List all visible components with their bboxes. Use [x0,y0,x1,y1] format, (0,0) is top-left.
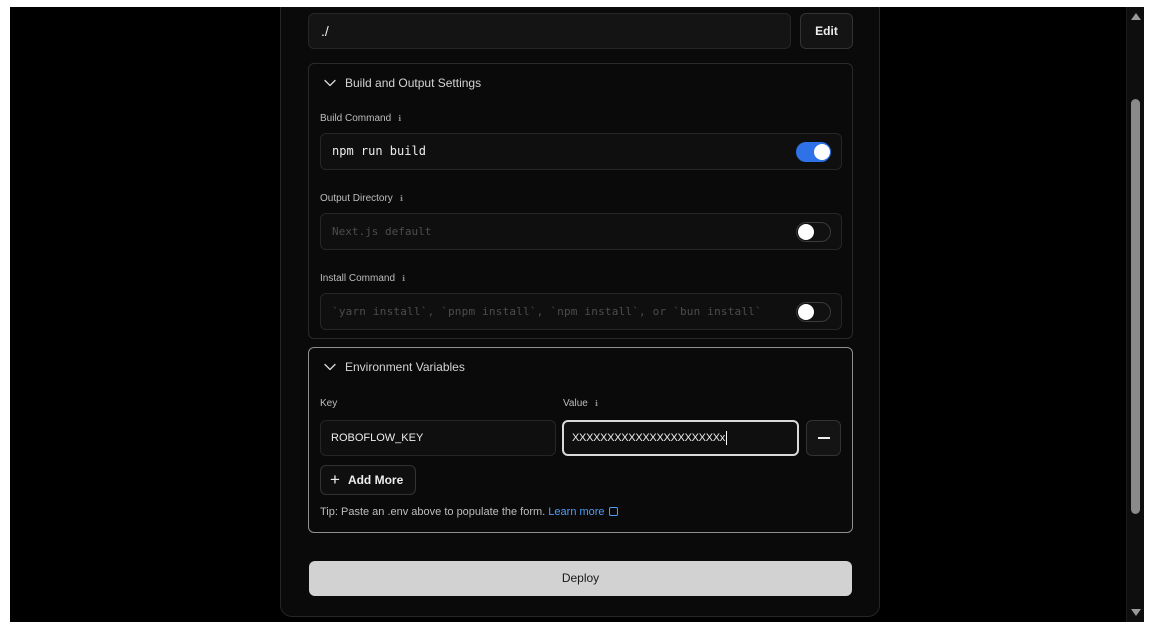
toggle-knob [814,144,830,160]
deploy-button[interactable]: Deploy [309,561,852,596]
env-value-label-text: Value [563,398,588,409]
build-settings-header[interactable]: Build and Output Settings [323,74,481,92]
info-icon[interactable]: ℹ [402,274,405,283]
build-command-value: npm run build [332,144,426,158]
output-directory-override-toggle[interactable] [796,222,831,242]
info-icon[interactable]: ℹ [595,399,598,408]
output-directory-label-text: Output Directory [320,193,393,204]
env-paste-tip: Tip: Paste an .env above to populate the… [320,506,618,518]
browser-viewport: ./ Edit Build and Output Settings Build … [10,7,1126,622]
env-value-label: Value ℹ [563,398,598,409]
root-directory-value: ./ [321,23,329,39]
scrollbar-thumb[interactable] [1131,99,1140,514]
build-output-settings-section: Build and Output Settings Build Command … [308,63,853,339]
build-command-input[interactable]: npm run build [320,133,842,170]
output-directory-input[interactable]: Next.js default [320,213,842,250]
output-directory-placeholder: Next.js default [332,225,432,238]
env-key-label: Key [320,398,338,409]
install-command-label-text: Install Command [320,273,396,284]
plus-icon: + [330,469,340,489]
env-value-input[interactable]: XXXXXXXXXXXXXXXXXXXXXx [562,420,799,456]
remove-env-var-button[interactable] [806,420,841,456]
install-command-placeholder: `yarn install`, `pnpm install`, `npm ins… [332,305,762,318]
add-more-label: Add More [347,473,404,487]
edit-root-directory-button[interactable]: Edit [800,13,853,49]
scroll-down-arrow-icon[interactable] [1131,609,1141,616]
output-directory-label: Output Directory ℹ [320,193,403,204]
info-icon[interactable]: ℹ [400,194,403,203]
build-command-label-text: Build Command [320,113,392,124]
build-command-override-toggle[interactable] [796,142,831,162]
build-settings-title: Build and Output Settings [345,76,482,90]
install-command-override-toggle[interactable] [796,302,831,322]
learn-more-label: Learn more [548,506,605,518]
environment-variables-section: Environment Variables Key Value ℹ ROBOFL… [308,347,853,533]
chevron-down-icon [324,79,336,87]
learn-more-link[interactable]: Learn more [548,506,618,518]
tip-text: Tip: Paste an .env above to populate the… [320,506,546,518]
toggle-knob [798,304,814,320]
vertical-scrollbar[interactable] [1126,7,1144,622]
install-command-input[interactable]: `yarn install`, `pnpm install`, `npm ins… [320,293,842,330]
add-more-button[interactable]: + Add More [320,465,416,495]
info-icon[interactable]: ℹ [398,114,401,123]
build-command-label: Build Command ℹ [320,113,401,124]
root-directory-field: ./ [308,13,791,49]
deploy-config-card: ./ Edit Build and Output Settings Build … [280,7,880,617]
env-vars-title: Environment Variables [345,360,465,374]
scroll-up-arrow-icon[interactable] [1131,13,1141,20]
install-command-label: Install Command ℹ [320,273,405,284]
env-key-input[interactable]: ROBOFLOW_KEY [320,420,556,456]
toggle-knob [798,224,814,240]
env-vars-header[interactable]: Environment Variables [323,358,465,376]
chevron-down-icon [324,363,336,371]
minus-icon [818,437,830,439]
external-link-icon [608,507,618,516]
